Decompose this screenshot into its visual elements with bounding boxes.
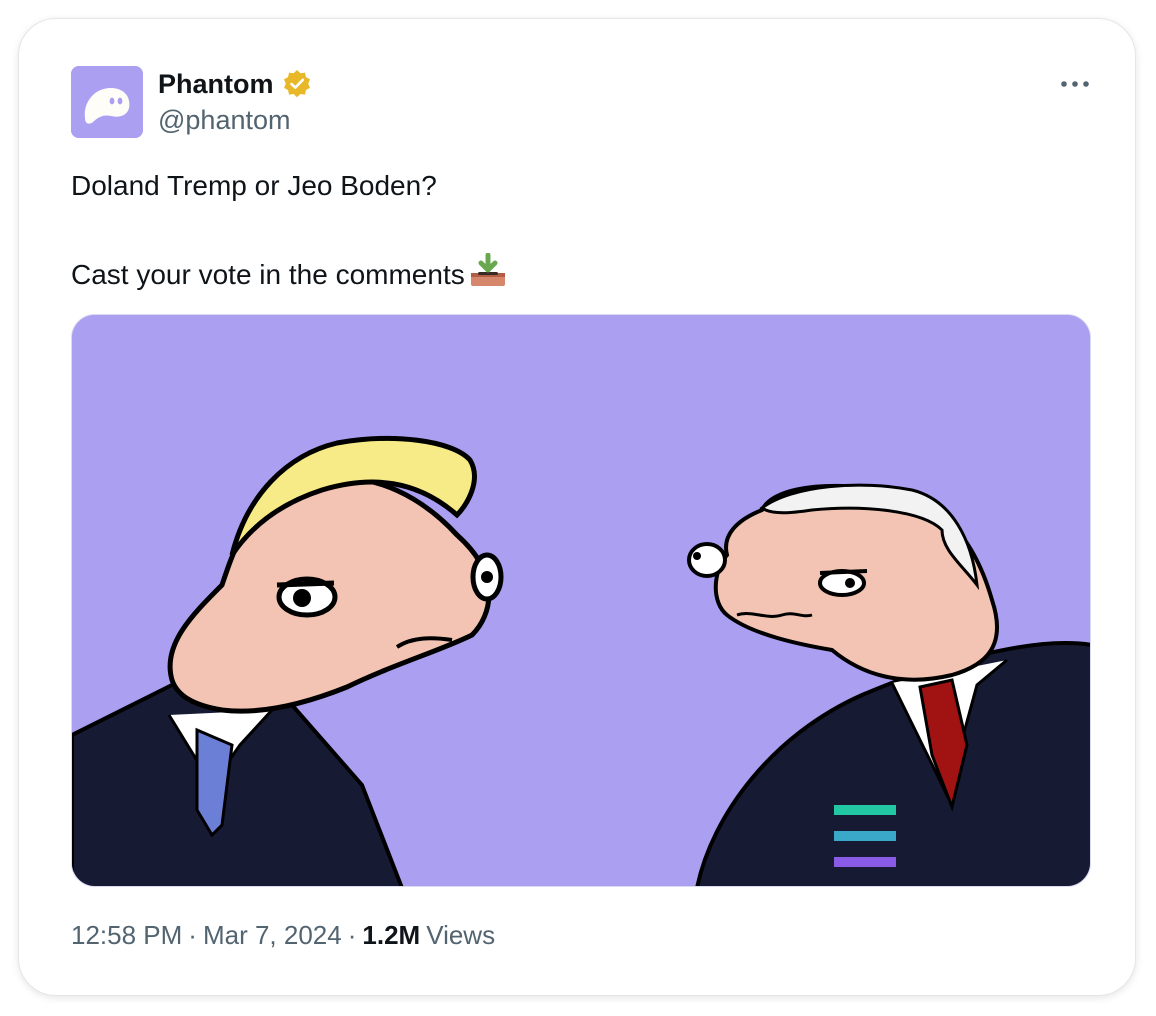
tweet-image[interactable] [71, 314, 1091, 887]
solana-logo-icon [834, 805, 896, 867]
tweet-card: Phantom @phantom Doland Tremp or Jeo Bod… [18, 18, 1136, 996]
tweet-text-line-1: Doland Tremp or Jeo Boden? [71, 170, 437, 201]
user-handle[interactable]: @phantom [158, 103, 290, 137]
tweet-text: Doland Tremp or Jeo Boden? Cast your vot… [71, 167, 1071, 301]
avatar[interactable] [71, 66, 143, 138]
tweet-metadata: 12:58 PM · Mar 7, 2024 · 1.2M Views [71, 917, 495, 953]
views-label: Views [426, 920, 496, 950]
meme-illustration [72, 315, 1090, 886]
meta-separator: · [347, 920, 357, 950]
verified-badge-icon [282, 69, 312, 99]
more-options-button[interactable] [1055, 69, 1095, 99]
meta-separator: · [188, 920, 197, 950]
author-name-row: Phantom [158, 67, 312, 101]
tweet-date[interactable]: Mar 7, 2024 [203, 920, 342, 950]
tweet-text-line-2: Cast your vote in the comments [71, 252, 1071, 301]
display-name[interactable]: Phantom [158, 67, 274, 101]
more-options-icon [1061, 81, 1089, 87]
tweet-text-line-2-text: Cast your vote in the comments [71, 259, 465, 290]
tweet-time[interactable]: 12:58 PM [71, 920, 182, 950]
ballot-box-icon [469, 252, 507, 301]
views-count: 1.2M [362, 920, 421, 950]
phantom-ghost-icon [71, 66, 143, 138]
